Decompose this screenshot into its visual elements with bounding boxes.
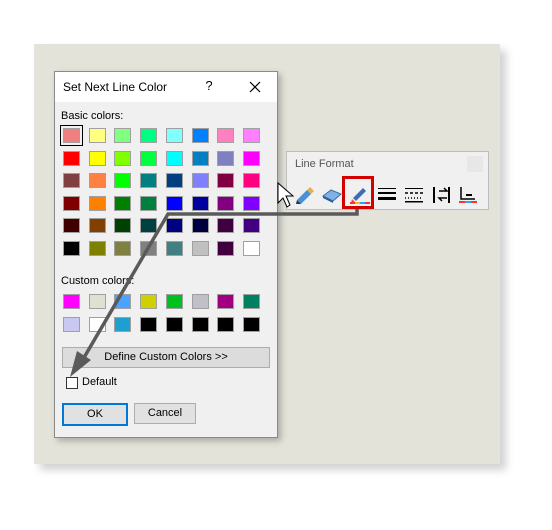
annotation-arrow bbox=[70, 209, 359, 377]
annotation-overlay bbox=[70, 181, 359, 377]
cursor-icon bbox=[277, 181, 295, 208]
